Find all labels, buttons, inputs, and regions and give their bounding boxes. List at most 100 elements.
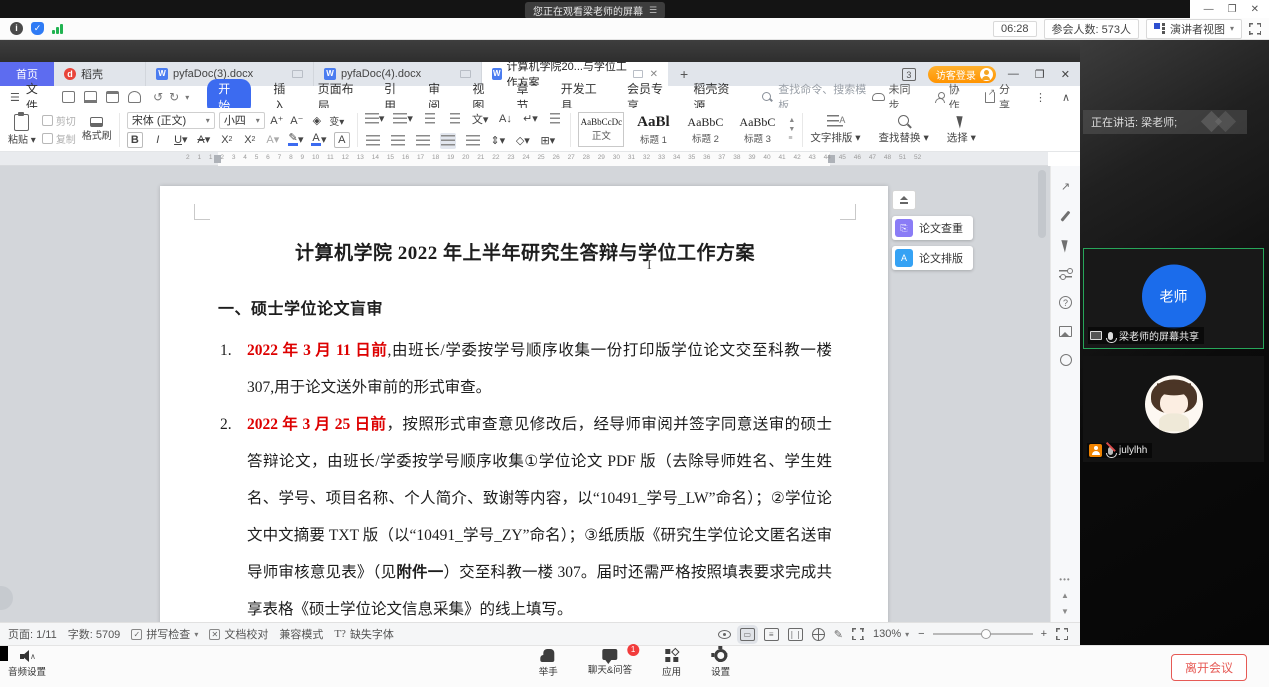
shading-icon[interactable]: ◇▾ [515, 133, 531, 149]
superscript-icon[interactable]: X2 [219, 132, 235, 148]
subscript-icon[interactable]: X2 [242, 132, 258, 148]
zoom-track[interactable] [933, 633, 1033, 635]
distribute-icon[interactable] [465, 133, 481, 149]
tab-close-icon[interactable]: ✕ [650, 69, 658, 80]
collapse-ribbon-icon[interactable]: ∧ [1062, 91, 1070, 104]
styles-scroll[interactable]: ▲▼≡ [788, 117, 795, 142]
info-icon[interactable]: i [10, 22, 23, 35]
web-view-icon[interactable] [812, 628, 825, 641]
decrease-indent-icon[interactable] [422, 111, 438, 127]
spell-check-toggle[interactable]: ✓拼写检查▾ [131, 626, 198, 642]
tab-list-button[interactable]: 3 [902, 68, 916, 81]
font-color-icon[interactable]: A▾ [311, 132, 327, 148]
style-heading1[interactable]: AaBl 标题 1 [630, 112, 676, 147]
find-replace-button[interactable]: 查找替换 ▾ [879, 114, 929, 145]
video-tile-teacher[interactable]: 老师 梁老师的屏幕共享 [1083, 248, 1264, 349]
wps-minimize-button[interactable]: — [1008, 68, 1019, 80]
leave-meeting-button[interactable]: 离开会议 [1171, 654, 1247, 681]
increase-indent-icon[interactable] [447, 111, 463, 127]
wps-close-button[interactable]: ✕ [1061, 68, 1070, 81]
wps-restore-button[interactable]: ❐ [1035, 68, 1045, 81]
word-count[interactable]: 字数: 5709 [68, 626, 121, 642]
settings-button[interactable]: 设置 [711, 649, 730, 678]
paper-typeset-button[interactable]: A 论文排版 [892, 246, 973, 270]
style-body-text[interactable]: AaBbCcDc 正文 [578, 112, 624, 147]
align-left-icon[interactable] [365, 133, 381, 149]
page-up-icon[interactable]: ▲ [1061, 591, 1069, 600]
collapse-panel-button[interactable] [892, 190, 916, 210]
text-effects-icon[interactable]: A▾ [265, 132, 281, 148]
select-cursor-icon[interactable] [1061, 238, 1070, 252]
book-view-icon[interactable]: ❘❘ [788, 628, 803, 641]
document-canvas[interactable]: I 计算机学院 2022 年上半年研究生答辩与学位工作方案 一、硕士学位论文盲审… [0, 166, 1080, 622]
eye-protection-icon[interactable] [718, 630, 731, 639]
copy-button[interactable]: 复制 [42, 131, 76, 146]
font-name-combo[interactable]: 宋体 (正文)▾ [127, 112, 215, 129]
change-case-icon[interactable]: 变▾ [329, 112, 345, 128]
text-layout-button[interactable]: 文字排版 ▾ [810, 115, 860, 145]
network-signal-icon[interactable] [52, 23, 63, 34]
chevron-up-icon[interactable]: ∧ [30, 652, 36, 661]
task-pane-handle[interactable] [0, 586, 13, 610]
document-page[interactable]: I 计算机学院 2022 年上半年研究生答辩与学位工作方案 一、硕士学位论文盲审… [160, 186, 888, 622]
view-mode-selector[interactable]: 演讲者视图 ▾ [1146, 19, 1242, 39]
tab-docer[interactable]: d 稻壳 [54, 62, 146, 86]
clear-format-icon[interactable]: ◈ [309, 112, 325, 128]
close-button[interactable]: ✕ [1251, 4, 1259, 15]
raise-hand-button[interactable]: 举手 [539, 649, 558, 678]
image-tool-icon[interactable] [1059, 326, 1072, 337]
ink-pen-icon[interactable]: ✎ [834, 628, 843, 641]
more-dots-icon[interactable]: ••• [1059, 575, 1070, 584]
undo-icon[interactable]: ↺ [153, 90, 163, 104]
underline-icon[interactable]: U▾ [173, 132, 189, 148]
page-view-icon[interactable]: ▭ [740, 628, 755, 641]
cut-button[interactable]: 剪切 [42, 113, 76, 128]
redo-icon[interactable]: ↻ [169, 90, 179, 104]
style-heading2[interactable]: AaBbC 标题 2 [682, 112, 728, 147]
vertical-scrollbar[interactable] [1038, 168, 1046, 618]
compat-mode-label[interactable]: 兼容模式 [279, 626, 323, 642]
increase-font-icon[interactable]: A⁺ [269, 112, 285, 128]
outline-view-icon[interactable]: ≡ [764, 628, 779, 641]
page-down-icon[interactable]: ▼ [1061, 607, 1069, 616]
fullscreen-doc-icon[interactable] [1056, 628, 1068, 640]
paper-check-button[interactable]: ⎘ 论文查重 [892, 216, 973, 240]
participant-count[interactable]: 参会人数: 573人 [1044, 19, 1139, 39]
hamburger-icon[interactable]: ☰ [10, 91, 20, 104]
asian-layout-icon[interactable]: 文▾ [472, 111, 489, 127]
char-shading-icon[interactable]: A [334, 132, 350, 148]
print-icon[interactable] [106, 91, 119, 103]
wrap-icon[interactable]: ↵▾ [522, 111, 538, 127]
minimize-button[interactable]: — [1204, 4, 1214, 15]
proofread-toggle[interactable]: ✕文档校对 [209, 626, 268, 642]
highlight-icon[interactable]: ✎▾ [288, 132, 304, 148]
fit-page-icon[interactable] [852, 628, 864, 640]
zoom-out-icon[interactable]: − [918, 628, 924, 640]
sort-icon[interactable]: A↓ [497, 111, 513, 127]
zoom-value[interactable]: 130%▾ [873, 628, 909, 640]
adjust-sliders-icon[interactable] [1059, 269, 1072, 279]
help-icon[interactable]: ? [1059, 296, 1072, 309]
more-options-icon[interactable]: ⋮ [1035, 91, 1046, 104]
zoom-slider[interactable]: − + [918, 628, 1047, 640]
align-center-icon[interactable] [390, 133, 406, 149]
strikethrough-icon[interactable]: A▾ [196, 132, 212, 148]
bullet-list-icon[interactable]: ▾ [365, 111, 385, 127]
apps-button[interactable]: 应用 [662, 649, 681, 678]
format-painter-button[interactable]: 格式刷 [82, 117, 112, 142]
security-shield-icon[interactable]: ✓ [31, 22, 44, 35]
paste-button[interactable]: 粘贴 ▾ [8, 114, 36, 146]
export-icon[interactable] [84, 91, 97, 103]
align-right-icon[interactable] [415, 133, 431, 149]
page-indicator[interactable]: 页面: 1/11 [8, 626, 57, 642]
decrease-font-icon[interactable]: A⁻ [289, 112, 305, 128]
edit-pen-icon[interactable] [1061, 211, 1071, 222]
italic-icon[interactable]: I [150, 132, 166, 148]
audio-settings-button[interactable]: ∧ 音频设置 [8, 650, 46, 678]
zoom-knob[interactable] [981, 629, 991, 639]
guest-login-button[interactable]: 访客登录 [928, 66, 996, 83]
restore-button[interactable]: ❐ [1228, 4, 1237, 15]
chevron-down-icon[interactable]: ▾ [185, 93, 189, 102]
missing-font-button[interactable]: T?缺失字体 [334, 626, 394, 642]
fullscreen-icon[interactable] [1249, 23, 1261, 35]
